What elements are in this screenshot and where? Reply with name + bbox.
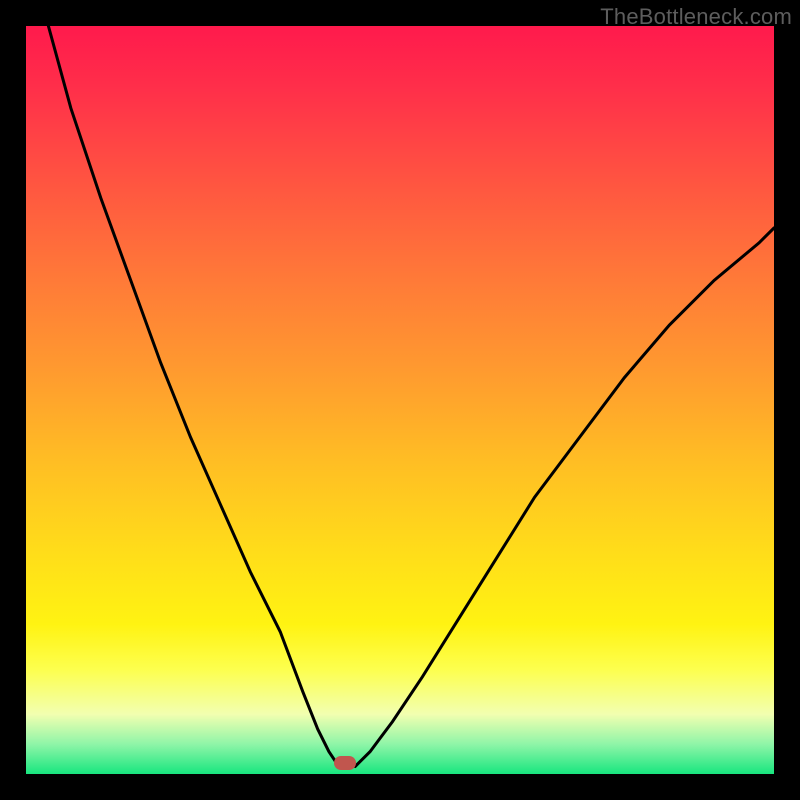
- chart-gradient-background: [26, 26, 774, 774]
- optimum-marker: [334, 756, 356, 770]
- watermark-text: TheBottleneck.com: [600, 4, 792, 30]
- chart-frame: [26, 26, 774, 774]
